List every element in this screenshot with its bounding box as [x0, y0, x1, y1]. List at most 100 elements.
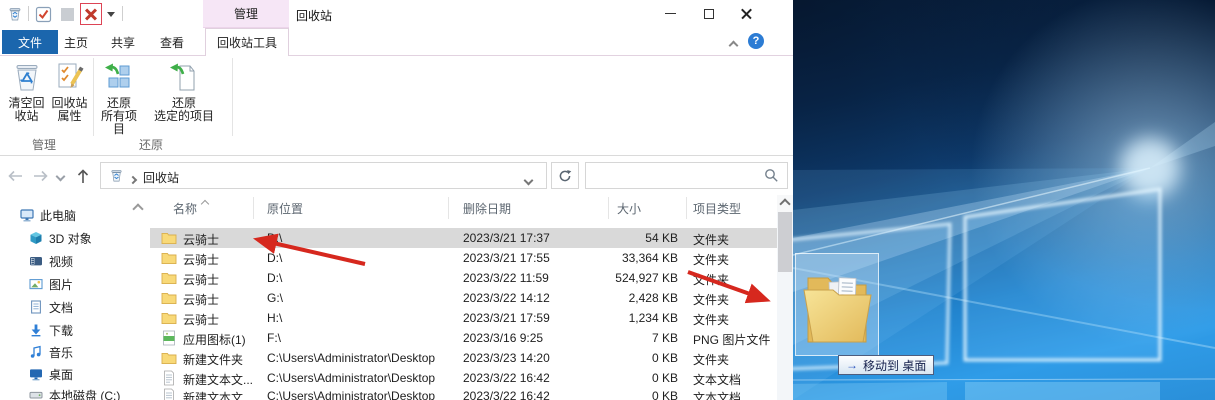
column-divider[interactable]	[448, 197, 449, 219]
forward-icon[interactable]	[30, 165, 52, 187]
main-content: 此电脑 3D 对象 视频 图片 文档	[0, 195, 793, 400]
cell-date: 2023/3/21 17:37	[463, 231, 603, 245]
documents-icon	[29, 300, 43, 314]
cell-size: 33,364 KB	[606, 251, 678, 265]
help-icon[interactable]: ?	[748, 33, 764, 49]
recycle-bin-properties-button[interactable]: 回收站 属性	[48, 60, 91, 123]
recycle-bin-icon[interactable]	[5, 4, 25, 24]
column-header-location[interactable]: 原位置	[267, 200, 303, 217]
sidebar-item-local-disk-c[interactable]: 本地磁盘 (C:)	[29, 385, 120, 400]
sidebar-item-label: 文档	[49, 299, 73, 316]
back-icon[interactable]	[4, 165, 26, 187]
cell-name: 云骑士	[183, 311, 257, 328]
sidebar-item-3d-objects[interactable]: 3D 对象	[29, 228, 92, 248]
sidebar-item-pictures[interactable]: 图片	[29, 274, 73, 294]
scroll-up-icon[interactable]	[777, 195, 793, 212]
address-input[interactable]: 回收站	[100, 162, 547, 189]
checkmark-icon[interactable]	[33, 4, 53, 24]
empty-recycle-bin-icon	[10, 60, 44, 97]
address-bar: 回收站	[0, 156, 793, 195]
sidebar-item-documents[interactable]: 文档	[29, 297, 73, 317]
delete-x-icon[interactable]	[80, 3, 102, 25]
tab-home[interactable]: 主页	[56, 30, 96, 54]
cell-location: D:\	[267, 231, 465, 245]
refresh-button[interactable]	[551, 162, 579, 189]
column-header-type[interactable]: 项目类型	[693, 200, 741, 217]
close-button[interactable]	[731, 2, 762, 25]
table-row[interactable]: 云骑士 G:\ 2023/3/22 14:12 2,428 KB 文件夹	[150, 288, 777, 308]
move-arrow-icon: →	[846, 358, 858, 372]
folder-icon	[161, 270, 177, 289]
recent-locations-icon[interactable]	[53, 165, 67, 187]
cell-name: 应用图标(1)	[183, 331, 257, 348]
breadcrumb[interactable]: 回收站	[143, 169, 179, 186]
tooltip-text: 移动到 桌面	[863, 357, 926, 374]
column-divider[interactable]	[253, 197, 254, 219]
cell-date: 2023/3/21 17:55	[463, 251, 603, 265]
cell-size: 0 KB	[606, 389, 678, 400]
dragged-folder-icon[interactable]	[801, 258, 873, 353]
sidebar-item-label: 下载	[49, 322, 73, 339]
list-scrollbar[interactable]	[777, 195, 793, 400]
ribbon-group-restore: 还原	[95, 136, 207, 153]
column-header-size[interactable]: 大小	[617, 200, 641, 217]
cell-name: 云骑士	[183, 251, 257, 268]
up-icon[interactable]	[72, 165, 94, 187]
table-row[interactable]: 云骑士 D:\ 2023/3/21 17:55 33,364 KB 文件夹	[150, 248, 777, 268]
contextual-tab-manage[interactable]: 管理	[203, 0, 289, 28]
cell-location: H:\	[267, 311, 465, 325]
restore-all-icon	[102, 60, 136, 97]
table-row[interactable]: 云骑士 D:\ 2023/3/22 11:59 524,927 KB 文件夹	[150, 268, 777, 288]
search-input[interactable]	[590, 165, 762, 186]
disabled-block-icon[interactable]	[57, 4, 77, 24]
table-row[interactable]: 新建文本文 C:\Users\Administrator\Desktop 202…	[150, 386, 777, 400]
tab-view[interactable]: 查看	[152, 30, 192, 54]
sidebar-item-music[interactable]: 音乐	[29, 342, 73, 362]
search-icon[interactable]	[764, 168, 779, 186]
maximize-button[interactable]	[693, 2, 724, 25]
dropdown-arrow-icon[interactable]	[104, 4, 118, 24]
tab-recycle-bin-tools[interactable]: 回收站工具	[205, 28, 289, 56]
cell-size: 7 KB	[606, 331, 678, 345]
cell-type: PNG 图片文件	[693, 331, 775, 348]
sidebar-item-label: 此电脑	[40, 207, 76, 224]
table-row[interactable]: 新建文本文... C:\Users\Administrator\Desktop …	[150, 368, 777, 388]
sidebar-scroll-up-icon[interactable]	[131, 202, 145, 216]
restore-selected-items-button[interactable]: 还原 选定的项目	[143, 60, 225, 123]
file-menu-button[interactable]: 文件	[2, 30, 58, 54]
chevron-right-icon[interactable]	[130, 172, 136, 186]
column-header-date-deleted[interactable]: 删除日期	[463, 200, 511, 217]
search-field[interactable]	[585, 162, 788, 189]
sidebar-item-label: 图片	[49, 276, 73, 293]
folder-icon	[161, 310, 177, 329]
column-header-name[interactable]: 名称	[173, 200, 197, 217]
cell-name: 云骑士	[183, 271, 257, 288]
desktop[interactable]: → 移动到 桌面	[793, 0, 1215, 400]
cell-name: 新建文件夹	[183, 351, 257, 368]
sidebar-item-desktop[interactable]: 桌面	[29, 364, 73, 384]
scrollbar-thumb[interactable]	[778, 212, 792, 272]
collapse-ribbon-icon[interactable]	[730, 38, 737, 52]
empty-recycle-bin-button[interactable]: 清空回 收站	[5, 60, 48, 123]
music-icon	[29, 345, 43, 359]
sidebar-item-label: 桌面	[49, 366, 73, 383]
column-divider[interactable]	[686, 197, 687, 219]
address-dropdown-icon[interactable]	[525, 173, 532, 187]
table-row[interactable]: 云骑士 D:\ 2023/3/21 17:37 54 KB 文件夹	[150, 228, 777, 248]
text-document-icon	[161, 388, 177, 400]
cell-size: 54 KB	[606, 231, 678, 245]
cell-location: G:\	[267, 291, 465, 305]
table-row[interactable]: 应用图标(1) F:\ 2023/3/16 9:25 7 KB PNG 图片文件	[150, 328, 777, 348]
window-title: 回收站	[296, 7, 332, 24]
button-label: 收站	[14, 110, 38, 123]
sidebar-item-label: 视频	[49, 253, 73, 270]
sidebar-item-videos[interactable]: 视频	[29, 251, 73, 271]
tab-share[interactable]: 共享	[103, 30, 143, 54]
restore-all-items-button[interactable]: 还原 所有项目	[97, 60, 141, 136]
sidebar-item-this-pc[interactable]: 此电脑	[20, 205, 76, 225]
column-divider[interactable]	[608, 197, 609, 219]
table-row[interactable]: 新建文件夹 C:\Users\Administrator\Desktop 202…	[150, 348, 777, 368]
sidebar-item-downloads[interactable]: 下载	[29, 320, 73, 340]
table-row[interactable]: 云骑士 H:\ 2023/3/21 17:59 1,234 KB 文件夹	[150, 308, 777, 328]
minimize-button[interactable]	[655, 2, 686, 25]
